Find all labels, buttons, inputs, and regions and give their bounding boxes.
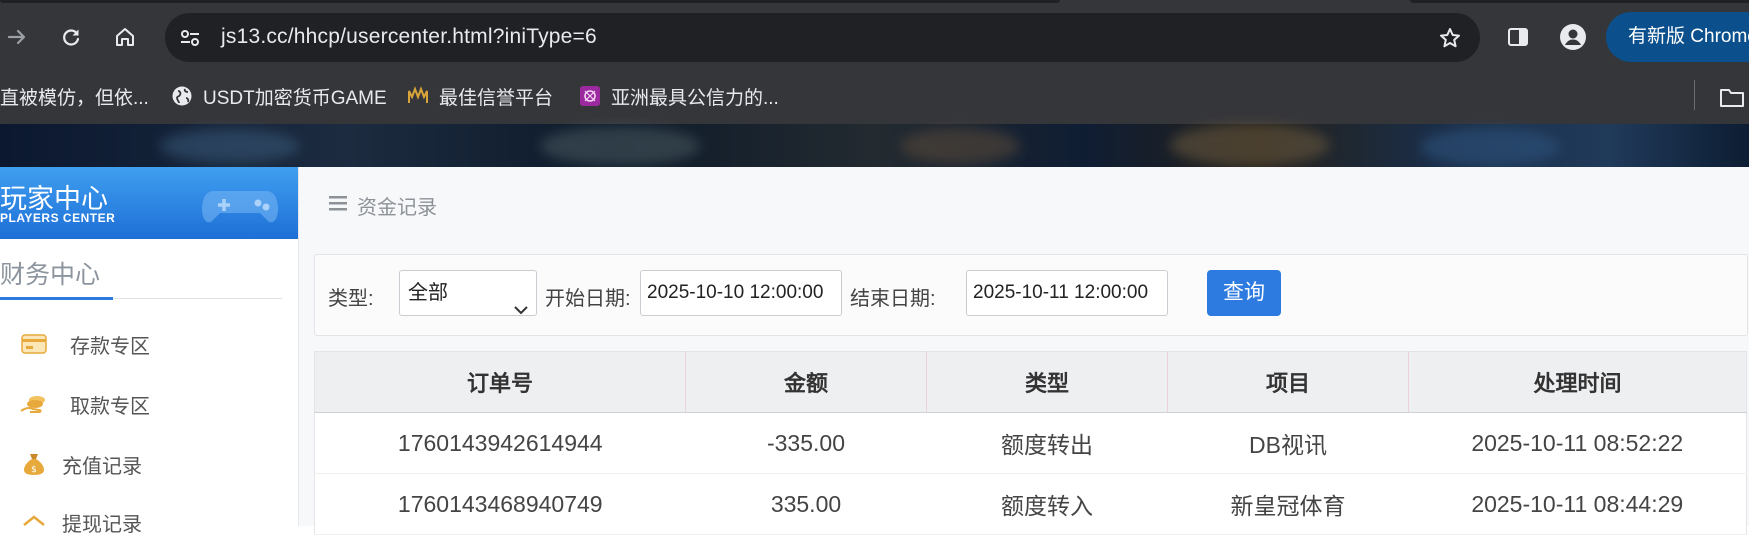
bookmark-item[interactable]: 最佳信誉平台: [407, 82, 553, 110]
breadcrumb: 资金记录: [329, 191, 437, 220]
bookmark-label: 最佳信誉平台: [439, 87, 554, 109]
bookmark-label: 直被模仿，但依...: [0, 87, 149, 109]
type-select[interactable]: 全部: [399, 270, 537, 316]
table-row: 1760143942614944 -335.00 额度转出 DB视讯 2025-…: [314, 412, 1747, 474]
start-date-label: 开始日期:: [545, 288, 631, 310]
sidebar-item-label: 充值记录: [62, 455, 142, 478]
address-bar[interactable]: js13.cc/hhcp/usercenter.html?iniType=6: [165, 13, 1480, 62]
sidebar-item-deposit[interactable]: 存款专区: [20, 329, 150, 359]
bookmark-item[interactable]: USDT加密货币GAME: [171, 82, 387, 110]
amount-cell: -335.00: [685, 412, 927, 474]
sidebar-item-withdraw[interactable]: 取款专区: [20, 389, 150, 419]
time-cell: 2025-10-11 08:52:22: [1408, 412, 1747, 474]
bookmark-label: USDT加密货币GAME: [203, 87, 387, 109]
forward-icon[interactable]: [2, 22, 32, 52]
column-header-type: 类型: [926, 351, 1168, 413]
players-center-subtitle: PLAYERS CENTER: [0, 211, 116, 225]
folder-icon[interactable]: [1717, 82, 1747, 112]
item-cell: 新皇冠体育: [1167, 473, 1409, 535]
players-center-header: 玩家中心 PLAYERS CENTER: [0, 167, 298, 239]
home-icon[interactable]: [110, 22, 140, 52]
chrome-update-button[interactable]: 有新版 Chrome: [1606, 12, 1749, 62]
gamepad-icon: [200, 177, 280, 227]
browser-toolbar: js13.cc/hhcp/usercenter.html?iniType=6 有…: [0, 0, 1749, 68]
sidebar-item-withdraw-records[interactable]: 提现记录: [20, 507, 142, 537]
fund-records-table: 订单号 金额 类型 项目 处理时间 1760143942614944 -335.…: [314, 351, 1747, 535]
type-label: 类型:: [328, 288, 374, 310]
column-header-time: 处理时间: [1408, 351, 1747, 413]
tab-strip: [0, 0, 1060, 3]
sidebar-item-label: 提现记录: [62, 513, 142, 536]
money-bag-icon: $: [20, 452, 48, 476]
menu-icon[interactable]: [329, 194, 347, 218]
start-date-input[interactable]: 2025-10-10 12:00:00: [640, 270, 842, 316]
column-header-amount: 金额: [685, 351, 927, 413]
bookmark-star-icon[interactable]: [1438, 26, 1462, 55]
sidebar-item-label: 取款专区: [70, 395, 150, 418]
type-cell: 额度转入: [926, 473, 1168, 535]
sidebar-item-label: 存款专区: [70, 335, 150, 358]
brand-icon: [579, 85, 601, 107]
table-row: 1760143468940749 335.00 额度转入 新皇冠体育 2025-…: [314, 473, 1747, 535]
end-date-input[interactable]: 2025-10-11 12:00:00: [966, 270, 1168, 316]
chevron-down-icon: [514, 287, 528, 331]
svg-text:$: $: [31, 465, 37, 475]
side-panel-icon[interactable]: [1503, 22, 1533, 52]
tab-strip: [1410, 0, 1749, 3]
table-header-row: 订单号 金额 类型 项目 处理时间: [314, 351, 1747, 413]
query-button[interactable]: 查询: [1207, 270, 1281, 316]
end-date-label: 结束日期:: [850, 288, 936, 310]
column-header-item: 项目: [1167, 351, 1409, 413]
reload-icon[interactable]: [56, 22, 86, 52]
page-title: 资金记录: [357, 197, 437, 219]
filter-panel: 类型: 全部 开始日期: 2025-10-10 12:00:00 结束日期: 2…: [314, 254, 1748, 336]
sidebar: 玩家中心 PLAYERS CENTER 财务中心 存款专区 取款专区 $ 充值记…: [0, 167, 299, 536]
amount-cell: 335.00: [685, 473, 927, 535]
sidebar-item-recharge-records[interactable]: $ 充值记录: [20, 449, 142, 479]
bookmarks-bar: 直被模仿，但依... USDT加密货币GAME 最佳信誉平台 亚洲最具公信力的.…: [0, 68, 1749, 124]
url-text[interactable]: js13.cc/hhcp/usercenter.html?iniType=6: [221, 25, 597, 49]
hand-coin-icon: [20, 392, 48, 416]
type-cell: 额度转出: [926, 412, 1168, 474]
time-cell: 2025-10-11 08:44:29: [1408, 473, 1747, 535]
bookmark-label: 亚洲最具公信力的...: [611, 87, 779, 109]
bookmark-item[interactable]: 直被模仿，但依...: [0, 82, 149, 110]
site-settings-icon[interactable]: [179, 27, 201, 54]
active-section-indicator: [0, 297, 113, 300]
card-icon: [20, 332, 48, 356]
globe-icon: [171, 85, 193, 107]
order-number-cell: 1760143468940749: [314, 473, 686, 535]
profile-avatar-icon[interactable]: [1558, 22, 1588, 52]
column-header-order-no: 订单号: [314, 351, 686, 413]
bookmark-item[interactable]: 亚洲最具公信力的...: [579, 82, 779, 110]
item-cell: DB视讯: [1167, 412, 1409, 474]
site-banner: [0, 124, 1749, 167]
finance-center-title: 财务中心: [0, 261, 101, 289]
withdraw-icon: [20, 510, 48, 534]
brand-icon: [407, 85, 429, 107]
bookmarks-divider: [1694, 80, 1695, 110]
order-number-cell: 1760143942614944: [314, 412, 686, 474]
main-content: 资金记录 类型: 全部 开始日期: 2025-10-10 12:00:00 结束…: [299, 167, 1749, 535]
type-select-value: 全部: [408, 282, 448, 304]
